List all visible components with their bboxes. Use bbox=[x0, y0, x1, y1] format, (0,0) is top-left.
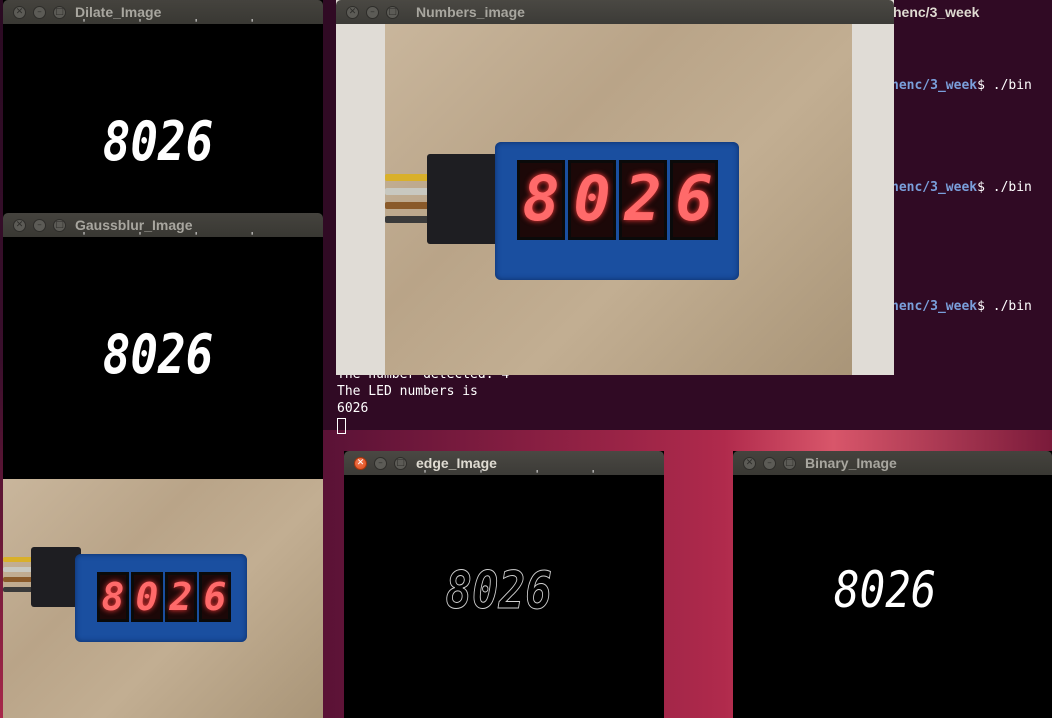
digits-display: 8026 bbox=[102, 110, 214, 173]
led-digit: 2 bbox=[165, 572, 197, 622]
connector bbox=[427, 154, 499, 244]
numbers-photo: 8 0 2 6 bbox=[385, 24, 852, 375]
digits-display: 8026 bbox=[834, 561, 937, 619]
edge-marks: ' ' ' ' bbox=[81, 18, 278, 29]
window-title: Numbers_image bbox=[416, 4, 525, 20]
edge-image-window[interactable]: ✕ – □ edge_Image ' ' ' ' 8026 bbox=[344, 451, 664, 718]
edge-marks: ' ' ' ' bbox=[422, 469, 619, 480]
cable bbox=[3, 587, 33, 592]
close-icon[interactable]: ✕ bbox=[346, 6, 359, 19]
edge-marks: ' ' ' ' bbox=[81, 231, 278, 242]
terminal-output-line: The LED numbers is bbox=[337, 384, 478, 399]
led-digit: 6 bbox=[670, 160, 718, 240]
close-icon[interactable]: ✕ bbox=[13, 6, 26, 19]
close-icon[interactable]: ✕ bbox=[354, 457, 367, 470]
terminal-prompt: henc/3_week$ ./bin bbox=[891, 180, 1032, 195]
led-digit: 2 bbox=[619, 160, 667, 240]
led-board: 8 0 2 6 bbox=[495, 142, 739, 280]
led-digit: 0 bbox=[131, 572, 163, 622]
titlebar[interactable]: ✕ – □ Numbers_image bbox=[336, 0, 894, 24]
close-icon[interactable]: ✕ bbox=[13, 219, 26, 232]
maximize-icon[interactable]: □ bbox=[386, 6, 399, 19]
cable bbox=[3, 557, 33, 562]
cable bbox=[3, 567, 33, 572]
led-digit: 8 bbox=[97, 572, 129, 622]
photo-image-window[interactable]: 8 0 2 6 bbox=[3, 479, 323, 718]
digits-display: 8026 bbox=[102, 323, 214, 386]
terminal-prompt: henc/3_week$ ./bin bbox=[891, 299, 1032, 314]
close-icon[interactable]: ✕ bbox=[743, 457, 756, 470]
minimize-icon[interactable]: – bbox=[374, 457, 387, 470]
dilate-image-window[interactable]: ✕ – □ Dilate_Image ' ' ' ' 8026 bbox=[3, 0, 323, 215]
binary-image-window[interactable]: ✕ – □ Binary_Image 8026 bbox=[733, 451, 1052, 718]
numbers-image-window[interactable]: ✕ – □ Numbers_image 8 0 2 6 bbox=[336, 0, 894, 375]
cable bbox=[3, 577, 33, 582]
maximize-icon[interactable]: □ bbox=[53, 6, 66, 19]
maximize-icon[interactable]: □ bbox=[394, 457, 407, 470]
window-title: Binary_Image bbox=[805, 455, 897, 471]
minimize-icon[interactable]: – bbox=[763, 457, 776, 470]
terminal-prompt: henc/3_week$ ./bin bbox=[891, 78, 1032, 93]
minimize-icon[interactable]: – bbox=[366, 6, 379, 19]
led-digit: 6 bbox=[199, 572, 231, 622]
led-digit: 0 bbox=[568, 160, 616, 240]
minimize-icon[interactable]: – bbox=[33, 6, 46, 19]
gaussblur-image-window[interactable]: ✕ – □ Gaussblur_Image ' ' ' ' 8026 bbox=[3, 213, 323, 479]
maximize-icon[interactable]: □ bbox=[783, 457, 796, 470]
connector bbox=[31, 547, 81, 607]
terminal-cursor bbox=[337, 418, 346, 435]
maximize-icon[interactable]: □ bbox=[53, 219, 66, 232]
terminal-output-line: 6026 bbox=[337, 401, 369, 416]
terminal-title: henc/3_week bbox=[893, 4, 980, 20]
titlebar[interactable]: ✕ – □ Binary_Image bbox=[733, 451, 1052, 475]
minimize-icon[interactable]: – bbox=[33, 219, 46, 232]
led-digit: 8 bbox=[517, 160, 565, 240]
led-board: 8 0 2 6 bbox=[75, 554, 247, 642]
digits-display: 8026 bbox=[445, 561, 552, 622]
